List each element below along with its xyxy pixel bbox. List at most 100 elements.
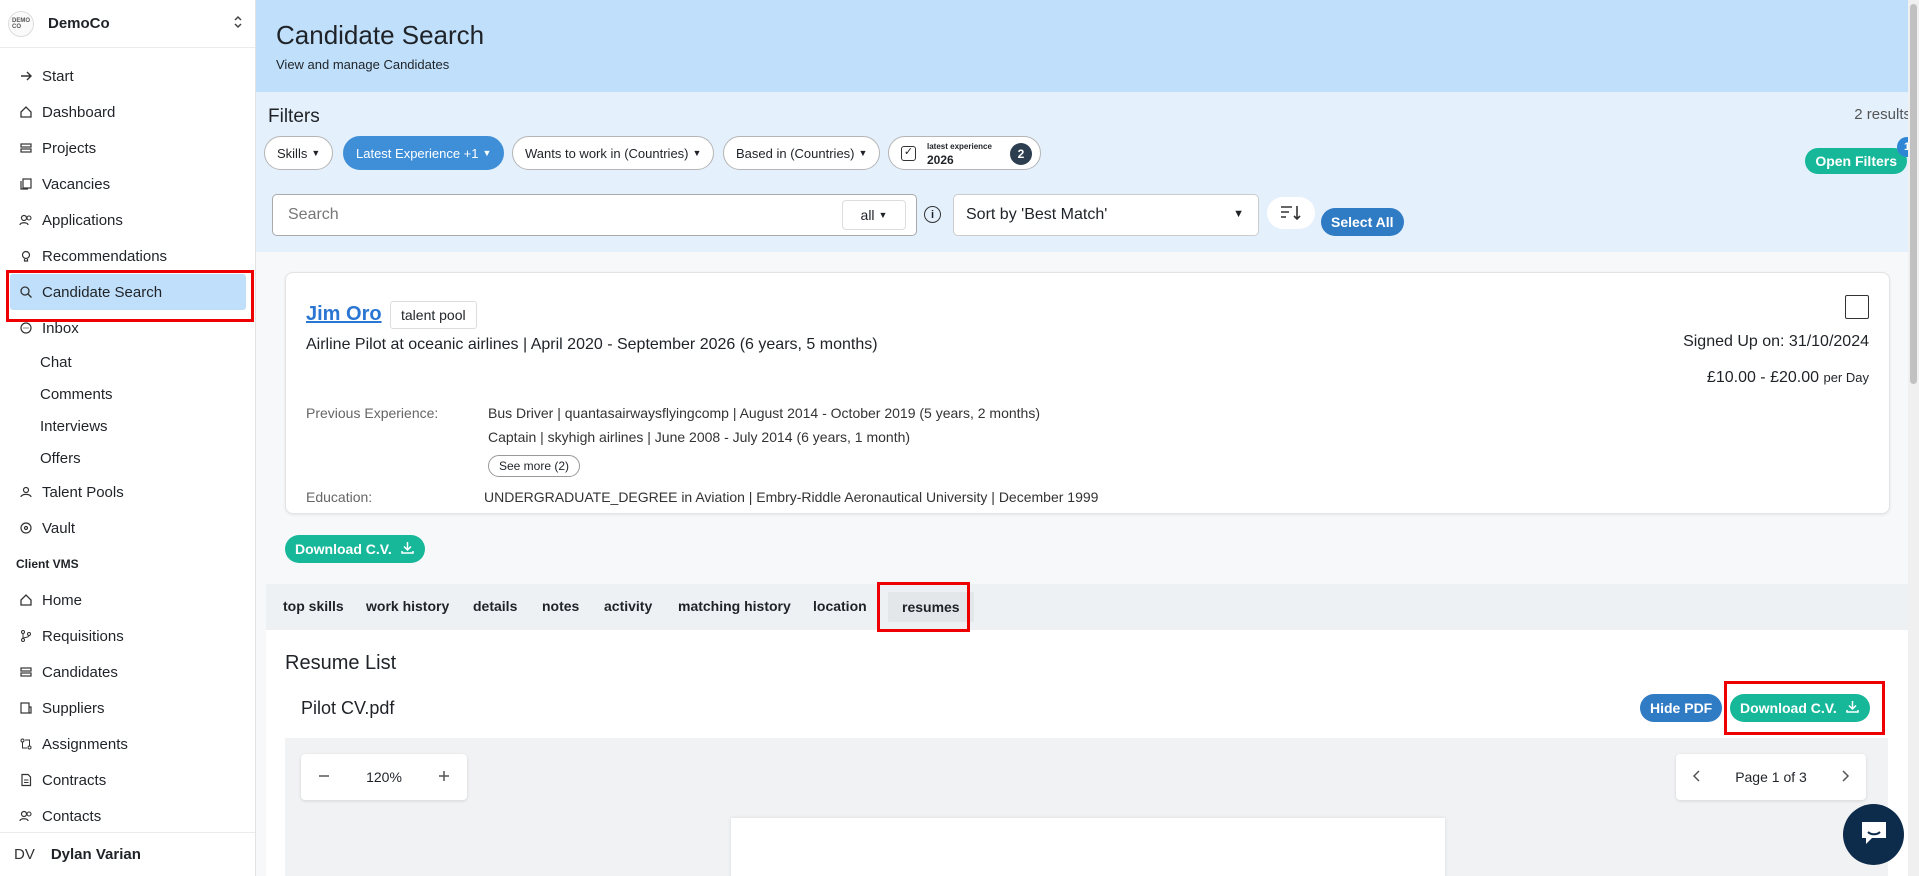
sidebar-item-label: Assignments [42, 735, 128, 753]
experience-chip-value: 2026 [927, 153, 954, 167]
page-scrollbar[interactable] [1908, 0, 1919, 876]
sidebar-item-applications[interactable]: Applications [0, 202, 255, 238]
message-icon [18, 321, 34, 335]
home-icon [18, 593, 34, 607]
checkbox-checked-icon[interactable]: ✓ [901, 146, 916, 161]
sidebar-item-talent-pools[interactable]: Talent Pools [0, 474, 255, 510]
filter-chip-latest-experience[interactable]: Latest Experience +1 ▼ [343, 136, 505, 170]
signed-up-date: Signed Up on: 31/10/2024 [1683, 333, 1869, 350]
tab-details[interactable]: details [473, 598, 517, 614]
vault-icon [18, 521, 34, 535]
sidebar-item-contracts[interactable]: Contracts [0, 762, 255, 798]
chevron-down-icon: ▼ [482, 148, 492, 158]
page-header: Candidate Search View and manage Candida… [256, 0, 1919, 92]
sidebar-item-label: Suppliers [42, 699, 105, 717]
rate-value: £10.00 - £20.00 [1706, 369, 1820, 386]
sort-order-icon[interactable] [1267, 197, 1315, 229]
users-icon [18, 213, 34, 227]
tab-matching-history[interactable]: matching history [678, 598, 791, 614]
tab-activity[interactable]: activity [604, 598, 652, 614]
candidate-tag: talent pool [390, 301, 477, 329]
chat-bubble-icon [1858, 818, 1890, 851]
latest-experience-chip[interactable]: ✓ latest experience 2026 2 [888, 136, 1041, 170]
see-more-button[interactable]: See more (2) [488, 455, 581, 477]
sidebar-item-recommendations[interactable]: Recommendations [0, 238, 255, 274]
sidebar-item-label: Candidates [42, 663, 118, 681]
building-icon [18, 701, 34, 715]
sidebar-item-candidates[interactable]: Candidates [0, 654, 255, 690]
sidebar-subitem-comments[interactable]: Comments [0, 378, 255, 410]
filter-chip-based-in[interactable]: Based in (Countries) ▼ [723, 136, 881, 170]
sidebar-subitem-interviews[interactable]: Interviews [0, 410, 255, 442]
candidate-name-link[interactable]: Jim Oro [306, 303, 382, 326]
tab-location[interactable]: location [813, 598, 867, 614]
zoom-out-icon[interactable] [317, 769, 331, 786]
document-icon [18, 773, 34, 787]
chevron-updown-icon[interactable] [233, 15, 243, 32]
sidebar-item-label: Recommendations [42, 247, 168, 265]
sidebar-item-start[interactable]: Start [0, 58, 255, 94]
users-icon [18, 485, 34, 499]
search-input[interactable] [273, 195, 853, 235]
sidebar-item-label: Requisitions [42, 627, 124, 645]
download-cv-label: Download C.V. [295, 541, 392, 557]
candidate-rate: £10.00 - £20.00 per Day [1707, 369, 1869, 387]
resume-list: Resume List Pilot CV.pdf Hide PDF Downlo… [266, 630, 1908, 876]
filter-chip-label: Wants to work in (Countries) [525, 145, 689, 161]
tab-top-skills[interactable]: top skills [283, 598, 344, 614]
sidebar-item-label: Start [42, 67, 74, 85]
page-indicator: Page 1 of 3 [1735, 769, 1807, 785]
user-menu[interactable]: DV Dylan Varian [0, 832, 255, 876]
hide-pdf-button[interactable]: Hide PDF [1640, 694, 1723, 722]
open-filters-button[interactable]: Open Filters [1805, 148, 1907, 174]
sidebar-item-candidate-search[interactable]: Candidate Search [10, 274, 246, 310]
scrollbar-thumb[interactable] [1910, 4, 1917, 384]
sidebar-subitem-offers[interactable]: Offers [0, 442, 255, 474]
tab-notes[interactable]: notes [542, 598, 579, 614]
zoom-in-icon[interactable] [437, 769, 451, 786]
info-icon[interactable]: i [924, 206, 941, 223]
org-switcher[interactable]: DEMO CO DemoCo [0, 0, 255, 48]
sidebar-subitem-label: Interviews [40, 417, 108, 435]
sidebar-item-label: Home [42, 591, 83, 609]
sidebar-subitem-chat[interactable]: Chat [0, 346, 255, 378]
sidebar-item-vacancies[interactable]: Vacancies [0, 166, 255, 202]
filter-chip-wants-to-work-in[interactable]: Wants to work in (Countries) ▼ [512, 136, 715, 170]
candidate-select-checkbox[interactable] [1845, 295, 1869, 319]
chevron-down-icon: ▼ [311, 148, 321, 158]
sidebar-item-requisitions[interactable]: Requisitions [0, 618, 255, 654]
download-cv-button[interactable]: Download C.V. [285, 535, 425, 563]
tab-work-history[interactable]: work history [366, 598, 449, 614]
search-scope-select[interactable]: all ▼ [842, 200, 906, 230]
results-count: 2 results [1854, 106, 1911, 123]
user-name: Dylan Varian [50, 846, 141, 863]
sort-value: Sort by 'Best Match' [966, 206, 1108, 223]
sidebar-item-inbox[interactable]: Inbox [0, 310, 255, 346]
sidebar-item-vault[interactable]: Vault [0, 510, 255, 546]
filter-chip-skills[interactable]: Skills ▼ [264, 136, 334, 170]
tab-resumes[interactable]: resumes [888, 592, 974, 622]
chevron-right-icon[interactable] [1840, 769, 1850, 786]
education-label: Education: [306, 489, 373, 505]
candidate-card: Jim Oro talent pool Airline Pilot at oce… [285, 272, 1890, 514]
users-icon [18, 809, 34, 823]
git-branch-icon [18, 629, 34, 643]
sort-select[interactable]: Sort by 'Best Match' ▼ [953, 194, 1259, 236]
chevron-left-icon[interactable] [1692, 769, 1702, 786]
chevron-down-icon: ▼ [692, 148, 702, 158]
select-all-button[interactable]: Select All [1321, 208, 1404, 236]
sidebar-item-label: Dashboard [42, 103, 116, 121]
sidebar: DEMO CO DemoCo Start Dashboard Projects V… [0, 0, 256, 876]
candidate-tabs: top skills work history details notes ac… [266, 584, 1908, 630]
sidebar-item-projects[interactable]: Projects [0, 130, 255, 166]
sidebar-item-assignments[interactable]: Assignments [0, 726, 255, 762]
sidebar-item-suppliers[interactable]: Suppliers [0, 690, 255, 726]
sidebar-item-label: Candidate Search [42, 283, 163, 301]
sidebar-item-contacts[interactable]: Contacts [0, 798, 255, 834]
chevron-down-icon: ▼ [858, 148, 868, 158]
resume-download-cv-button[interactable]: Download C.V. [1730, 694, 1870, 722]
org-logo: DEMO CO [8, 10, 34, 37]
chat-widget-button[interactable] [1843, 804, 1904, 865]
sidebar-item-dashboard[interactable]: Dashboard [0, 94, 255, 130]
sidebar-item-home[interactable]: Home [0, 582, 255, 618]
